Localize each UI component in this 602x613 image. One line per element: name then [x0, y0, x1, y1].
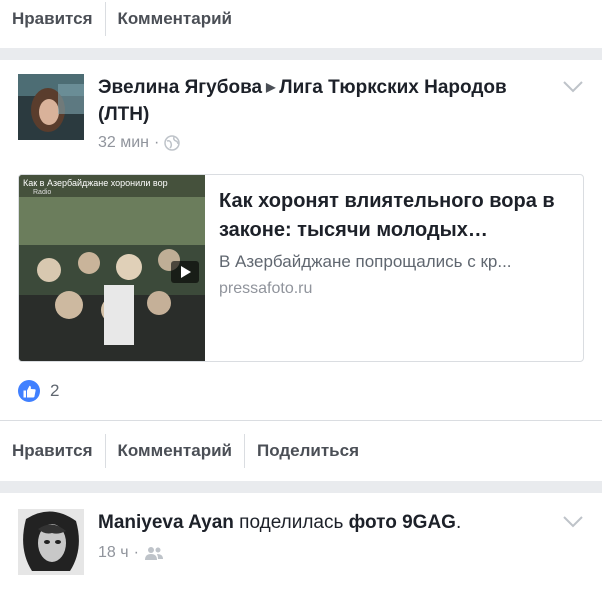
feed-post: Эвелина Ягубова ▶ Лига Тюркских Народов (Л…	[0, 60, 602, 481]
like-button[interactable]: Нравится	[12, 2, 105, 36]
like-button[interactable]: Нравится	[12, 434, 105, 468]
share-verb: поделилась	[239, 512, 344, 533]
link-domain: pressafoto.ru	[219, 280, 313, 297]
shared-object[interactable]: фото 9GAG	[349, 512, 456, 533]
post-time[interactable]: 32 мин	[98, 134, 149, 152]
link-title[interactable]: Как хоронят влиятельного вора в законе: …	[219, 187, 571, 245]
chevron-down-icon[interactable]	[562, 80, 584, 94]
arrow-right-icon: ▶	[266, 80, 276, 94]
author-name[interactable]: Maniyeva Ayan	[98, 512, 234, 533]
feed-post: Maniyeva Ayan поделилась фото 9GAG. 18 ч…	[0, 493, 602, 613]
friends-icon	[144, 547, 163, 560]
chevron-down-icon[interactable]	[562, 515, 584, 529]
author-avatar[interactable]	[18, 74, 84, 140]
post-header: Эвелина Ягубова ▶ Лига Тюркских Народов (Л…	[98, 74, 518, 128]
thumbs-up-icon	[18, 380, 40, 402]
thumbnail-subcaption: Radio	[33, 189, 52, 196]
author-name[interactable]: Эвелина Ягубова	[98, 77, 262, 98]
reactions-summary[interactable]: 2	[18, 362, 584, 420]
post-header: Maniyeva Ayan поделилась фото 9GAG.	[98, 512, 462, 533]
link-description: В Азербайджане попрощались с кр...	[219, 252, 512, 271]
video-thumbnail[interactable]: Как в Азербайджане хоронили вор Radio	[19, 175, 205, 361]
like-count: 2	[50, 381, 60, 400]
globe-icon	[164, 135, 181, 151]
link-preview[interactable]: Как в Азербайджане хоронили вор Radio Ка…	[18, 174, 584, 362]
post-time[interactable]: 18 ч	[98, 544, 129, 562]
comment-button[interactable]: Комментарий	[106, 434, 244, 468]
author-avatar[interactable]	[18, 509, 84, 575]
previous-post-actions: Нравится Комментарий	[0, 0, 602, 48]
share-button[interactable]: Поделиться	[245, 434, 371, 468]
comment-button[interactable]: Комментарий	[106, 2, 244, 36]
thumbnail-caption: Как в Азербайджане хоронили вор	[23, 178, 168, 188]
